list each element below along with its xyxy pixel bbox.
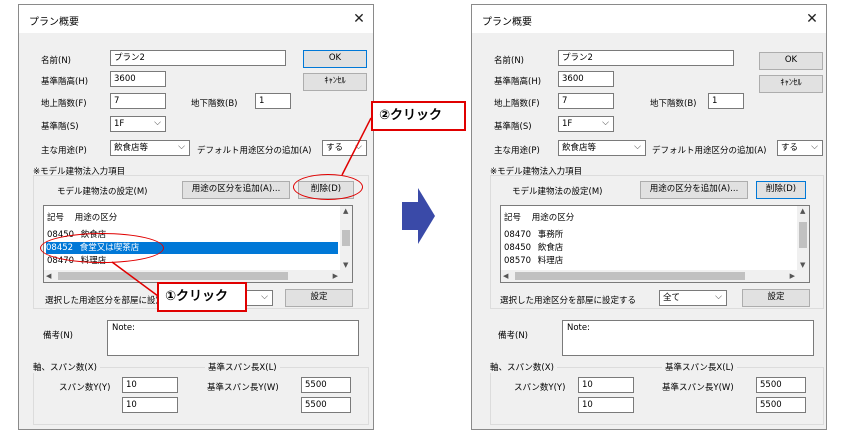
callout-line-select [111,261,159,297]
base-floor-label: 基準階(S) [494,122,532,132]
chevron-down-icon: ⌵ [634,142,641,152]
base-floor-select[interactable]: 1F ⌵ [558,116,614,132]
list-item-use: 料理店 [537,256,564,266]
close-icon[interactable]: ✕ [804,11,820,27]
scroll-thumb[interactable] [515,272,745,280]
name-input[interactable]: プラン2 [558,50,734,66]
main-use-value: 飲食店等 [562,143,597,153]
default-use-select[interactable]: する ⌵ [777,140,823,156]
list-item-use: 飲食店 [537,243,564,253]
delete-button[interactable]: 削除(D) [756,181,806,199]
chevron-left-icon[interactable]: ◀ [503,272,508,280]
chevron-down-icon: ⌵ [811,142,818,152]
list-item[interactable]: 08470 事務所 [504,229,795,241]
list-item-code: 08570 [504,256,532,266]
chevron-up-icon[interactable]: ▲ [800,207,805,215]
ok-button[interactable]: OK [759,52,823,70]
settings-button[interactable]: 設定 [742,289,810,307]
chevron-down-icon: ⌵ [602,118,609,128]
notes-label: 備考(N) [498,331,528,341]
list-item-use: 事務所 [537,230,564,240]
main-use-label: 主な用途(P) [494,146,540,156]
default-use-value: する [781,143,799,153]
title-bar: プラン概要 ✕ [472,5,826,33]
std-span-x-input[interactable]: 5500 [756,377,806,393]
chevron-right-icon[interactable]: ▶ [790,272,795,280]
axis-span-group [490,367,824,425]
name-label: 名前(N) [494,56,524,66]
vertical-scrollbar[interactable]: ▲ ▼ [797,206,809,270]
notes-textarea[interactable]: Note: [562,320,814,356]
model-setting-label: モデル建物法の設定(M) [512,187,603,197]
std-span-y-label: 基準スパン長Y(W) [662,383,734,393]
span-y-input[interactable]: 10 [578,397,634,413]
callout-line-delete [341,117,372,176]
std-height-label: 基準階高(H) [494,77,542,87]
plan-overview-dialog-after: プラン概要 ✕ 名前(N) プラン2 OK 基準階高(H) 3600 ｷｬﾝｾﾙ… [471,4,827,430]
cancel-button[interactable]: ｷｬﾝｾﾙ [759,75,823,93]
list-item[interactable]: 08570 料理店 [504,255,795,267]
apply-select[interactable]: 全て ⌵ [659,290,727,306]
axis-group-label: 軸、スパン数(X) [490,361,557,373]
span-x-input[interactable]: 10 [578,377,634,393]
apply-label: 選択した用途区分を部屋に設定する [500,296,637,306]
span-y-label: スパン数Y(Y) [514,383,566,393]
header-code: 記号 [504,213,522,223]
below-floors-label: 地下階数(B) [650,99,697,109]
std-height-input[interactable]: 3600 [558,71,614,87]
chevron-down-icon: ⌵ [715,292,722,302]
above-floors-label: 地上階数(F) [494,99,540,109]
use-category-list[interactable]: 記号 用途の区分 08470 事務所 08450 飲食店 08570 料理店 ▲… [500,205,810,283]
base-floor-value: 1F [562,119,573,129]
right-arrow-icon [402,188,435,244]
list-header: 記号 用途の区分 [504,212,795,224]
add-use-button[interactable]: 用途の区分を追加(A)... [640,181,748,199]
scroll-thumb[interactable] [799,222,807,248]
callout-delete: ②クリック [371,101,466,131]
std-span-x-label: 基準スパン長X(L) [662,361,737,373]
below-floors-input[interactable]: 1 [708,93,744,109]
list-item-code: 08470 [504,230,532,240]
callout-select: ①クリック [157,282,247,312]
list-item[interactable]: 08450 飲食店 [504,242,795,254]
list-item-code: 08450 [504,243,532,253]
default-use-label: デフォルト用途区分の追加(A) [652,146,767,156]
dialog-title: プラン概要 [482,17,532,28]
main-use-select[interactable]: 飲食店等 ⌵ [558,140,646,156]
header-use: 用途の区分 [531,213,575,223]
apply-select-value: 全て [663,293,681,303]
above-floors-input[interactable]: 7 [558,93,614,109]
chevron-down-icon[interactable]: ▼ [800,261,805,269]
horizontal-scrollbar[interactable]: ◀ ▶ [501,270,809,282]
std-span-y-input[interactable]: 5500 [756,397,806,413]
